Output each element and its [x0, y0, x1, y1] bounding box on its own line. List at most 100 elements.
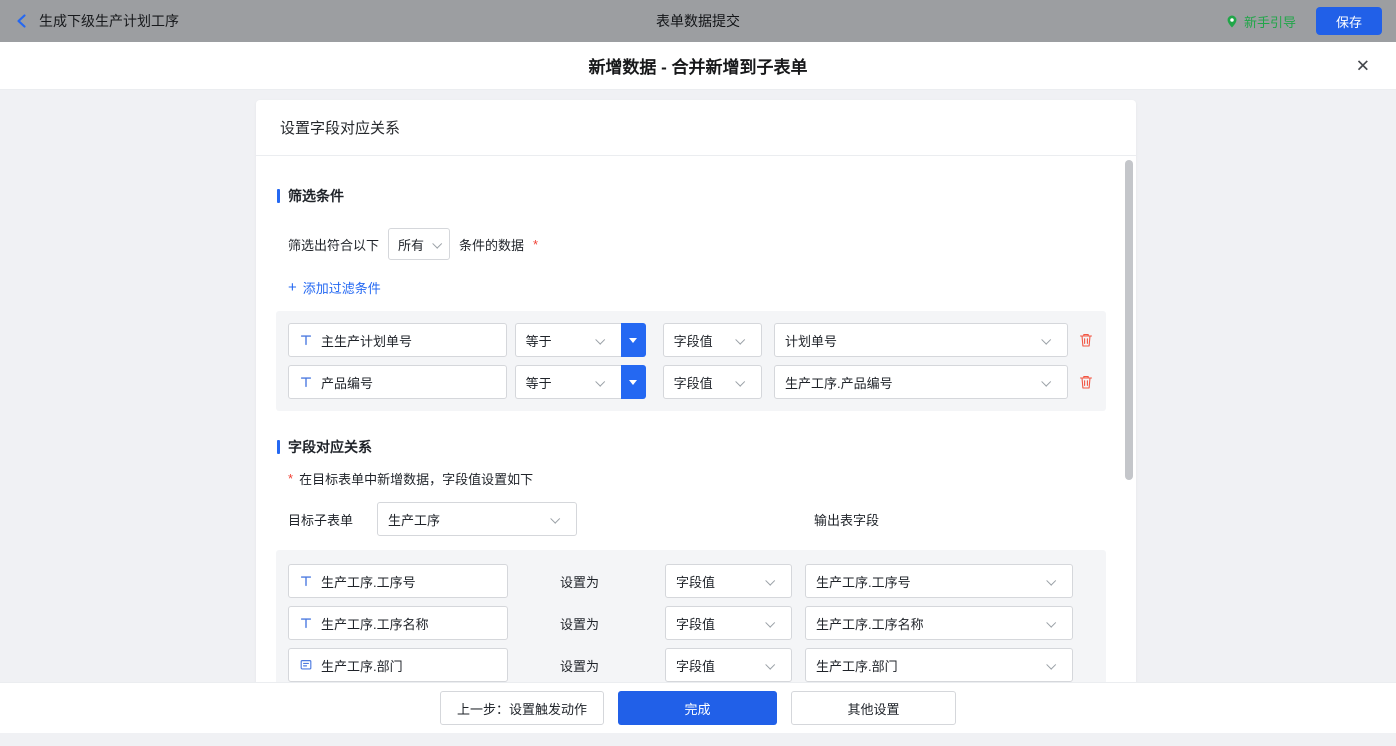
operator-group: 等于: [515, 365, 646, 399]
add-filter-condition-link[interactable]: + 添加过滤条件: [288, 278, 1104, 297]
card-header: 设置字段对应关系: [256, 100, 1136, 156]
mapping-field-select[interactable]: 生产工序.工序号: [288, 564, 508, 598]
mapping-section-label: 字段对应关系: [288, 437, 372, 457]
filter-mode-value: 所有: [398, 235, 424, 254]
operator-select[interactable]: 等于: [515, 323, 621, 357]
filter-section-label: 筛选条件: [288, 186, 344, 206]
output-field-label: 生产工序.工序号: [816, 572, 911, 591]
chevron-down-icon: [595, 376, 605, 386]
chevron-down-icon: [1041, 376, 1051, 386]
vertical-scrollbar[interactable]: [1125, 160, 1133, 480]
card-body: 筛选条件 筛选出符合以下 所有 条件的数据 * + 添加过滤条件: [256, 186, 1136, 692]
filter-section-title: 筛选条件: [277, 186, 1104, 206]
chevron-down-icon: [1046, 575, 1056, 585]
required-mark: *: [288, 471, 293, 486]
filter-prefix: 筛选出符合以下: [288, 235, 379, 254]
chevron-down-icon: [765, 617, 775, 627]
filter-mode-select[interactable]: 所有: [388, 228, 450, 260]
text-field-icon: [299, 333, 313, 347]
chevron-down-icon: [595, 334, 605, 344]
operator-select[interactable]: 等于: [515, 365, 621, 399]
triangle-down-icon: [629, 338, 637, 343]
output-fields-header: 输出表字段: [814, 510, 879, 529]
section-bar: [277, 440, 280, 454]
department-field-icon: [299, 658, 313, 672]
set-as-label: 设置为: [560, 572, 602, 591]
mapping-section-title: 字段对应关系: [277, 437, 1104, 457]
value-label: 生产工序.产品编号: [785, 373, 893, 392]
chevron-down-icon: [735, 376, 745, 386]
delete-icon[interactable]: [1078, 332, 1094, 348]
chevron-down-icon: [1046, 659, 1056, 669]
delete-icon[interactable]: [1078, 374, 1094, 390]
target-subform-select[interactable]: 生产工序: [377, 502, 577, 536]
value-type-select[interactable]: 字段值: [665, 606, 792, 640]
other-settings-button[interactable]: 其他设置: [791, 691, 956, 725]
settings-card: 设置字段对应关系 筛选条件 筛选出符合以下 所有 条件的数据 *: [256, 100, 1136, 692]
section-bar: [277, 189, 280, 203]
value-type-label: 字段值: [676, 656, 715, 675]
topbar: 生成下级生产计划工序 表单数据提交 新手引导 保存: [0, 0, 1396, 42]
chevron-down-icon: [765, 575, 775, 585]
save-button[interactable]: 保存: [1316, 7, 1382, 35]
filter-field-select[interactable]: 产品编号: [288, 365, 507, 399]
operator-dropdown-button[interactable]: [621, 365, 646, 399]
value-type-label: 字段值: [676, 572, 715, 591]
plus-icon: +: [288, 280, 297, 295]
triangle-down-icon: [629, 380, 637, 385]
chevron-down-icon: [765, 659, 775, 669]
chevron-down-icon: [432, 238, 442, 248]
target-subform-label: 目标子表单: [288, 510, 353, 529]
field-mapping-panel: 生产工序.工序号 设置为 字段值 生产工序.工序号: [276, 550, 1106, 692]
output-field-select[interactable]: 生产工序.工序号: [805, 564, 1073, 598]
mapping-row: 生产工序.部门 设置为 字段值 生产工序.部门: [288, 648, 1094, 682]
value-type-select[interactable]: 字段值: [663, 365, 762, 399]
chevron-left-icon: [14, 13, 30, 29]
value-select[interactable]: 计划单号: [774, 323, 1068, 357]
required-mark: *: [533, 237, 538, 252]
filter-field-label: 产品编号: [321, 373, 373, 392]
target-subform-value: 生产工序: [388, 510, 440, 529]
mapping-field-select[interactable]: 生产工序.工序名称: [288, 606, 508, 640]
modal-body: 设置字段对应关系 筛选条件 筛选出符合以下 所有 条件的数据 *: [0, 90, 1396, 746]
value-type-select[interactable]: 字段值: [663, 323, 762, 357]
location-pin-icon: [1225, 14, 1239, 29]
value-select[interactable]: 生产工序.产品编号: [774, 365, 1068, 399]
previous-step-button[interactable]: 上一步：设置触发动作: [440, 691, 604, 725]
add-filter-label: 添加过滤条件: [303, 278, 381, 297]
filter-field-label: 主生产计划单号: [321, 331, 412, 350]
filter-row: 产品编号 等于 字段值: [288, 365, 1094, 399]
mapping-row: 生产工序.工序号 设置为 字段值 生产工序.工序号: [288, 564, 1094, 598]
close-icon[interactable]: ✕: [1356, 57, 1370, 74]
operator-dropdown-button[interactable]: [621, 323, 646, 357]
text-field-icon: [299, 574, 313, 588]
target-subform-line: 目标子表单 生产工序 输出表字段: [288, 502, 1104, 536]
filter-mode-line: 筛选出符合以下 所有 条件的数据 *: [288, 228, 1104, 260]
chevron-down-icon: [1041, 334, 1051, 344]
output-field-label: 生产工序.工序名称: [816, 614, 924, 633]
finish-button[interactable]: 完成: [618, 691, 777, 725]
back-button[interactable]: 生成下级生产计划工序: [14, 11, 179, 31]
set-as-label: 设置为: [560, 614, 602, 633]
mapping-row: 生产工序.工序名称 设置为 字段值 生产工序.工序名称: [288, 606, 1094, 640]
text-field-icon: [299, 375, 313, 389]
chevron-down-icon: [1046, 617, 1056, 627]
back-label: 生成下级生产计划工序: [39, 11, 179, 31]
value-type-select[interactable]: 字段值: [665, 564, 792, 598]
output-field-label: 生产工序.部门: [816, 656, 898, 675]
chevron-down-icon: [735, 334, 745, 344]
filter-field-select[interactable]: 主生产计划单号: [288, 323, 507, 357]
value-type-label: 字段值: [674, 331, 713, 350]
screen: 生成下级生产计划工序 表单数据提交 新手引导 保存 新增数据 - 合并新增到子表…: [0, 0, 1396, 746]
output-field-select[interactable]: 生产工序.部门: [805, 648, 1073, 682]
output-field-select[interactable]: 生产工序.工序名称: [805, 606, 1073, 640]
mapping-field-select[interactable]: 生产工序.部门: [288, 648, 508, 682]
guide-button[interactable]: 新手引导: [1225, 12, 1296, 31]
modal-title: 新增数据 - 合并新增到子表单: [588, 53, 807, 78]
mapping-subtitle: * 在目标表单中新增数据，字段值设置如下: [288, 469, 1104, 488]
value-type-label: 字段值: [674, 373, 713, 392]
filter-suffix: 条件的数据: [459, 235, 524, 254]
value-type-select[interactable]: 字段值: [665, 648, 792, 682]
operator-value: 等于: [526, 373, 552, 392]
mapping-subtitle-text: 在目标表单中新增数据，字段值设置如下: [299, 469, 533, 488]
